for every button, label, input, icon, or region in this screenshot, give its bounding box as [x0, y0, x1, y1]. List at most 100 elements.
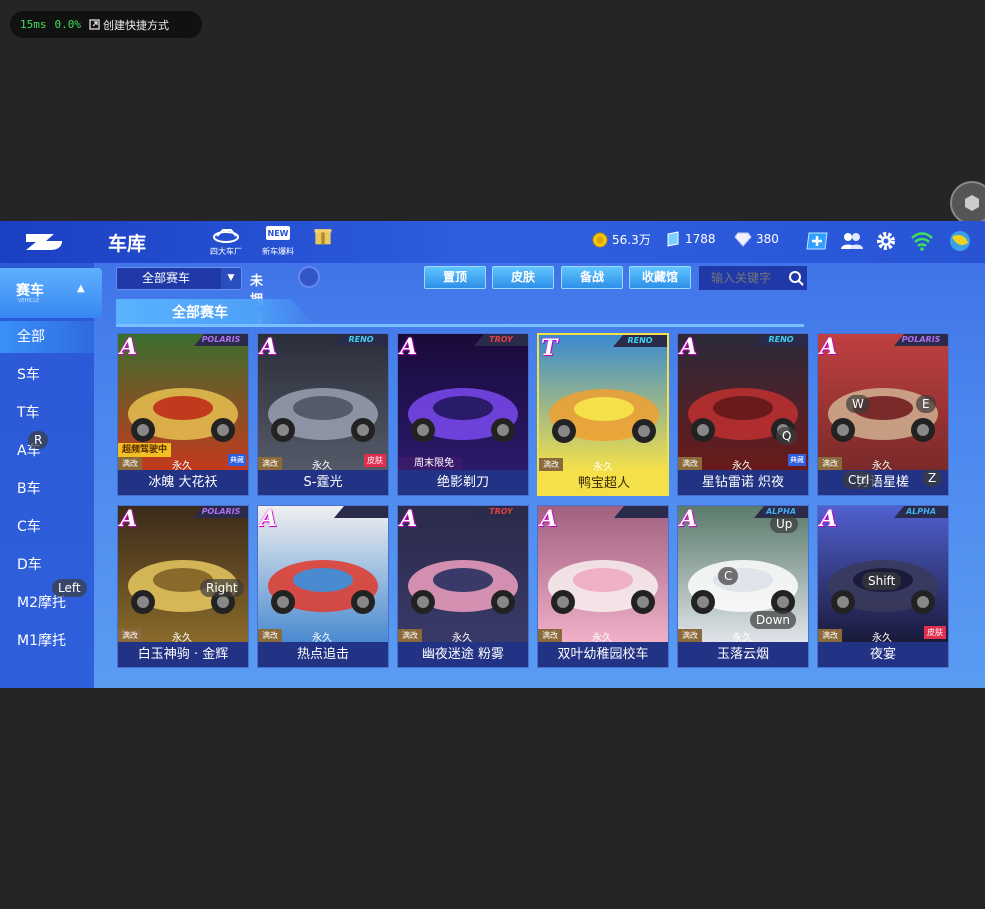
nav-item-s[interactable]: S车: [0, 359, 94, 391]
key-hint: Left: [52, 579, 87, 597]
upgrade-tag: 满改: [539, 458, 563, 471]
key-hint: C: [718, 567, 739, 585]
friends-icon[interactable]: [840, 229, 864, 253]
car-art: [678, 334, 808, 470]
gift-button[interactable]: [302, 224, 344, 260]
upgrade-tag: 满改: [678, 629, 702, 642]
key-hint: E: [916, 395, 936, 413]
key-hint: Shift: [862, 572, 902, 590]
nav-item-b[interactable]: B车: [0, 473, 94, 505]
collection-badge: 典藏: [788, 454, 806, 466]
upgrade-tag: 满改: [818, 629, 842, 642]
prepare-button[interactable]: 备战: [561, 266, 623, 289]
car-art: [118, 506, 248, 642]
gift-icon: [314, 229, 332, 245]
category-header[interactable]: 赛车 VEHICLE ▲: [0, 268, 102, 318]
section-title: 全部赛车: [116, 299, 316, 327]
page-title: 车库: [108, 233, 147, 255]
car-name: 白玉神驹 · 金辉: [118, 642, 248, 667]
free-badge: 周末限免: [398, 457, 462, 470]
car-card[interactable]: T RENO 满改 永久 鸭宝超人: [537, 333, 669, 496]
new-car-button[interactable]: NEW 新车爆料: [257, 224, 299, 260]
chevron-up-icon: ▲: [77, 283, 85, 294]
key-hint: Ctrl: [842, 471, 876, 489]
latency-text: 15ms: [20, 18, 47, 31]
performance-overlay: 15ms 0.0% 创建快捷方式: [10, 11, 202, 38]
floating-menu-button[interactable]: [950, 181, 985, 225]
rank-label: A: [260, 334, 278, 360]
rank-label: A: [400, 334, 418, 360]
shortcut-label: 创建快捷方式: [103, 18, 169, 32]
loss-text: 0.0%: [54, 18, 82, 31]
nav-item-m1[interactable]: M1摩托: [0, 625, 94, 657]
rank-label: A: [820, 506, 838, 532]
skin-badge: 皮肤: [364, 454, 386, 467]
car-art: [538, 506, 668, 642]
upgrade-tag: 满改: [678, 457, 702, 470]
svg-text:NEW: NEW: [268, 229, 289, 238]
collection-badge: 典藏: [228, 454, 246, 466]
upgrade-tag: 满改: [538, 629, 562, 642]
avatar[interactable]: [948, 229, 972, 253]
gear-icon[interactable]: [874, 229, 898, 253]
rank-label: A: [260, 506, 278, 532]
car-factory-icon: [213, 229, 239, 243]
car-name: S-霆光: [258, 470, 388, 495]
new-car-label: 新车爆料: [262, 247, 294, 256]
car-name: 绝影剃刀: [398, 470, 528, 495]
rank-label: T: [541, 335, 558, 361]
key-hint: Right: [200, 579, 244, 597]
nav-item-all[interactable]: 全部: [0, 321, 94, 353]
top-bar: 车库 四大车厂 NEW 新车爆料 56.3万 1788 380: [0, 221, 985, 263]
coins-display[interactable]: 56.3万: [592, 231, 651, 248]
hexagon-icon: [965, 195, 979, 211]
diamonds-display[interactable]: 380: [734, 231, 779, 247]
wifi-icon: [911, 232, 933, 251]
collection-button[interactable]: 收藏馆: [629, 266, 691, 289]
car-card[interactable]: A RENO 满改 永久 星钻雷诺 炽夜 典藏: [677, 333, 809, 496]
search-icon: [789, 271, 804, 286]
nav-item-c[interactable]: C车: [0, 511, 94, 543]
key-hint: Z: [922, 469, 943, 487]
key-hint: R: [28, 431, 49, 449]
shortcut-icon: [89, 19, 100, 30]
nav-item-d[interactable]: D车: [0, 549, 94, 581]
car-filter-dropdown[interactable]: 全部赛车 ▼: [116, 267, 242, 290]
car-card[interactable]: A RENO 满改 永久 S-霆光 皮肤: [257, 333, 389, 496]
game-window: 车库 四大车厂 NEW 新车爆料 56.3万 1788 380 赛车 VEHIC…: [0, 221, 985, 688]
section-divider: [116, 324, 804, 327]
car-name: 星钻雷诺 炽夜: [678, 470, 808, 495]
diamond-icon: [734, 232, 752, 247]
car-art: [258, 506, 388, 642]
points-display[interactable]: 1788: [665, 231, 716, 247]
car-name: 鸭宝超人: [539, 471, 667, 494]
car-card[interactable]: A 满改 永久 双叶幼稚园校车: [537, 505, 669, 668]
car-card[interactable]: A 满改 永久 热点追击: [257, 505, 389, 668]
pin-button[interactable]: 置顶: [424, 266, 486, 289]
nav-item-t[interactable]: T车: [0, 397, 94, 429]
promo-badge: 超频驾驶中: [118, 443, 172, 457]
upgrade-tag: 满改: [118, 457, 142, 470]
category-sidebar: 赛车 VEHICLE ▲ 全部 S车 T车 A车 B车 C车 D车 M2摩托 M…: [0, 263, 102, 688]
upgrade-tag: 满改: [258, 457, 282, 470]
car-name: 双叶幼稚园校车: [538, 642, 668, 667]
car-card[interactable]: A POLARIS 满改 永久 冰魄 大花袄 超频驾驶中 典藏: [117, 333, 249, 496]
car-card[interactable]: A TROY 满改 永久 幽夜迷途 粉雾: [397, 505, 529, 668]
rank-label: A: [120, 334, 138, 360]
skin-button[interactable]: 皮肤: [492, 266, 554, 289]
unowned-toggle[interactable]: [298, 266, 320, 288]
search-button[interactable]: [785, 266, 807, 290]
car-factory-label: 四大车厂: [210, 247, 242, 256]
car-name: 热点追击: [258, 642, 388, 667]
key-hint: Down: [750, 611, 797, 629]
car-art: [398, 334, 528, 470]
car-card[interactable]: A TROY 满改 绝影剃刀周末限免: [397, 333, 529, 496]
add-icon[interactable]: [805, 229, 829, 253]
car-factory-button[interactable]: 四大车厂: [205, 224, 247, 260]
diamonds-value: 380: [756, 232, 779, 246]
car-name: 玉落云烟: [678, 642, 808, 667]
category-subtitle: VEHICLE: [18, 298, 40, 304]
search-input[interactable]: [699, 266, 785, 290]
create-shortcut-button[interactable]: 创建快捷方式: [89, 17, 169, 33]
upgrade-tag: 满改: [818, 457, 842, 470]
